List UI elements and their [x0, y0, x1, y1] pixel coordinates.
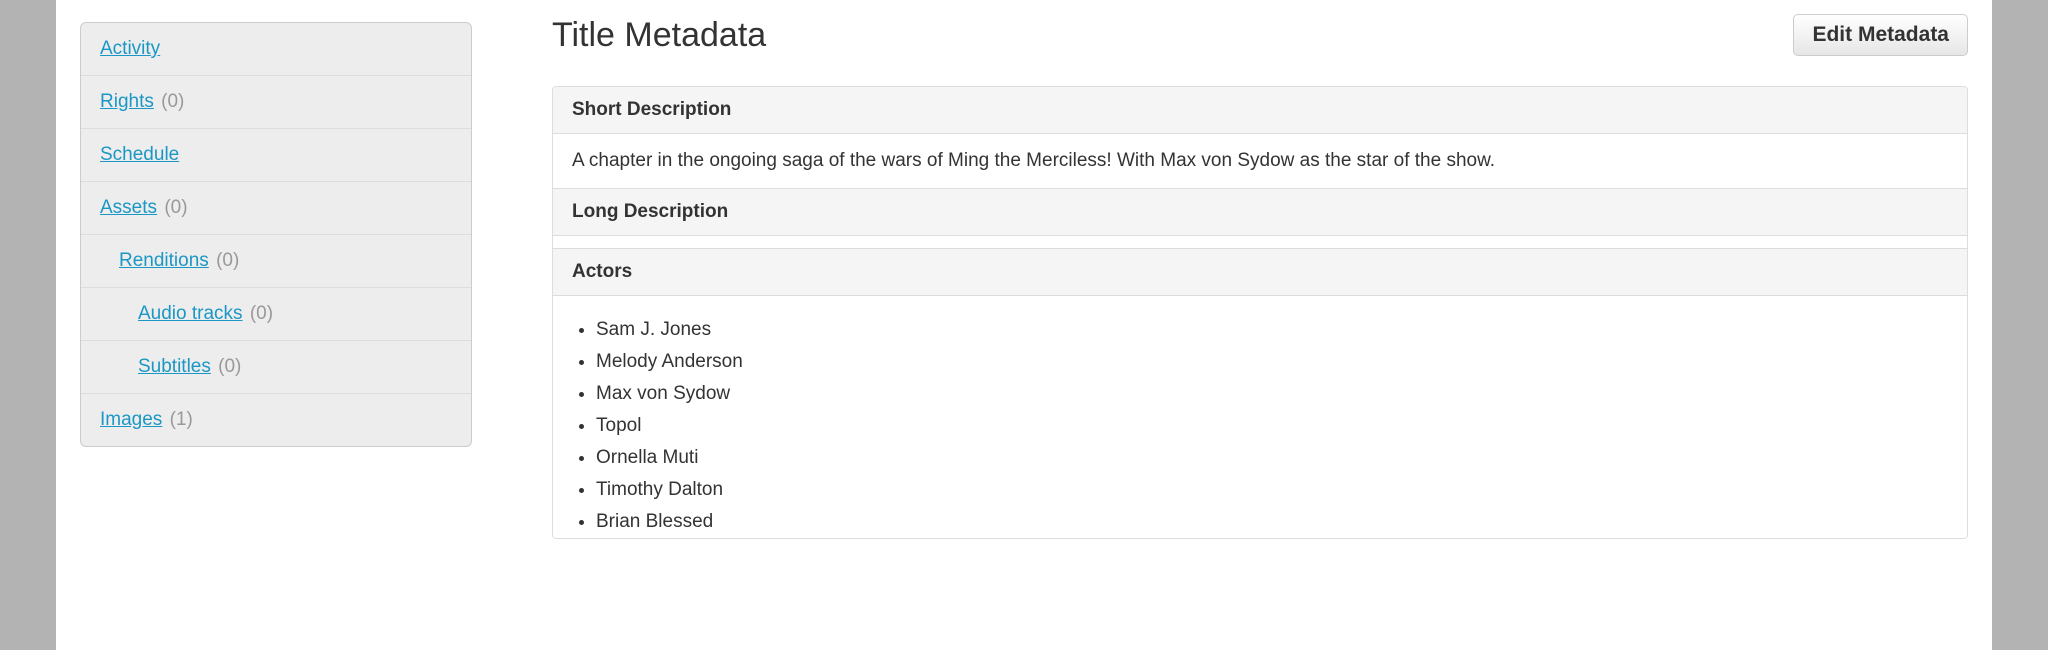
short-description-heading: Short Description — [553, 87, 1967, 134]
long-description-body — [553, 236, 1967, 249]
sidebar-count-images: (1) — [170, 409, 193, 430]
actors-heading: Actors — [553, 249, 1967, 296]
page-container: Activity Rights (0) Schedule Assets (0) … — [56, 0, 1992, 650]
long-description-heading: Long Description — [553, 189, 1967, 236]
sidebar-link-activity[interactable]: Activity — [100, 38, 160, 59]
sidebar-item-schedule[interactable]: Schedule — [81, 129, 471, 182]
actor-item: Ornella Muti — [596, 442, 1948, 474]
sidebar-item-activity[interactable]: Activity — [81, 23, 471, 76]
sidebar-item-subtitles[interactable]: Subtitles (0) — [81, 341, 471, 394]
sidebar-item-renditions[interactable]: Renditions (0) — [81, 235, 471, 288]
edit-metadata-button[interactable]: Edit Metadata — [1793, 14, 1968, 56]
actor-item: Timothy Dalton — [596, 474, 1948, 506]
sidebar-item-rights[interactable]: Rights (0) — [81, 76, 471, 129]
sidebar-link-renditions[interactable]: Renditions — [119, 250, 209, 271]
sidebar-count-assets: (0) — [164, 197, 187, 218]
sidebar-count-subtitles: (0) — [218, 356, 241, 377]
sidebar-panel: Activity Rights (0) Schedule Assets (0) … — [80, 22, 472, 447]
actors-body: Sam J. Jones Melody Anderson Max von Syd… — [553, 296, 1967, 538]
main-content: Title Metadata Edit Metadata Short Descr… — [552, 0, 1968, 650]
sidebar-count-audio-tracks: (0) — [250, 303, 273, 324]
actor-item: Topol — [596, 410, 1948, 442]
page-title: Title Metadata — [552, 16, 766, 55]
sidebar-link-images[interactable]: Images — [100, 409, 162, 430]
sidebar-count-rights: (0) — [161, 91, 184, 112]
sidebar-link-audio-tracks[interactable]: Audio tracks — [138, 303, 243, 324]
actor-item: Melody Anderson — [596, 346, 1948, 378]
sidebar-item-assets[interactable]: Assets (0) — [81, 182, 471, 235]
main-header: Title Metadata Edit Metadata — [552, 14, 1968, 56]
sidebar-item-images[interactable]: Images (1) — [81, 394, 471, 446]
sidebar-link-rights[interactable]: Rights — [100, 91, 154, 112]
actors-list: Sam J. Jones Melody Anderson Max von Syd… — [572, 300, 1948, 538]
actor-item: Brian Blessed — [596, 506, 1948, 538]
actor-item: Max von Sydow — [596, 378, 1948, 410]
sidebar-count-renditions: (0) — [216, 250, 239, 271]
sidebar: Activity Rights (0) Schedule Assets (0) … — [80, 0, 472, 650]
short-description-body: A chapter in the ongoing saga of the war… — [553, 134, 1967, 189]
actor-item: Sam J. Jones — [596, 314, 1948, 346]
metadata-panel: Short Description A chapter in the ongoi… — [552, 86, 1968, 539]
sidebar-link-schedule[interactable]: Schedule — [100, 144, 179, 165]
sidebar-item-audio-tracks[interactable]: Audio tracks (0) — [81, 288, 471, 341]
sidebar-link-subtitles[interactable]: Subtitles — [138, 356, 211, 377]
sidebar-link-assets[interactable]: Assets — [100, 197, 157, 218]
